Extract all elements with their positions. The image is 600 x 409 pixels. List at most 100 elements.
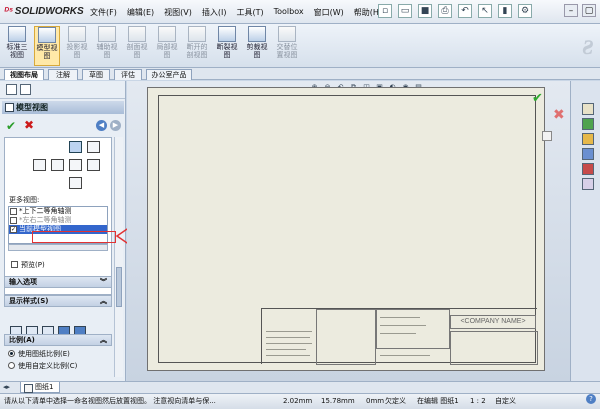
appearances-icon[interactable] [582, 163, 594, 175]
ribbon-button-label: 断裂视图 [216, 43, 238, 59]
print-icon[interactable]: ⎙ [438, 4, 452, 18]
checkbox-checked-icon[interactable]: ✓ [10, 226, 17, 233]
ribbon-button[interactable]: 剪裁视图 [244, 26, 270, 66]
ribbon-button[interactable]: 标准三视图 [4, 26, 30, 66]
command-tab[interactable]: 视图布局 [4, 69, 44, 80]
radio-selected-icon[interactable] [8, 350, 15, 357]
scale-section[interactable]: 比例(A) ︽ [4, 334, 112, 346]
title-block-text [266, 355, 310, 356]
title-block-text [380, 325, 426, 326]
list-horizontal-scrollbar[interactable] [8, 244, 108, 251]
resources-icon[interactable] [582, 103, 594, 115]
radio-empty-icon[interactable] [8, 362, 15, 369]
undo-icon[interactable]: ↶ [458, 4, 472, 18]
panel-nav: ◀ ▶ [96, 120, 121, 131]
menu-item[interactable]: 视图(V) [164, 7, 192, 18]
file-explorer-icon[interactable] [582, 133, 594, 145]
menu-item[interactable]: 窗口(W) [314, 7, 344, 18]
title-bar: ᴰˢ SOLIDWORKS 文件(F) 编辑(E) 视图(V) 插入(I) 工具(T) To… [0, 0, 600, 24]
status-message: 请从以下清单中选择一命名视图然后放置视图。 注意视向清单与保... [4, 397, 216, 405]
checkbox-empty-icon[interactable] [10, 208, 17, 215]
custom-properties-icon[interactable] [582, 178, 594, 190]
restore-icon[interactable]: ▢ [582, 4, 596, 17]
ribbon-button[interactable]: 断开的剖视图 [184, 26, 210, 66]
status-units[interactable]: 自定义 [495, 394, 516, 409]
manager-tabs [0, 81, 125, 99]
top-view-icon[interactable] [51, 159, 64, 171]
open-folder-icon[interactable]: ▭ [398, 4, 412, 18]
ok-button[interactable]: ✔ [6, 119, 16, 133]
sheet-nav-arrows-icon[interactable]: ◂▸ [3, 383, 10, 391]
command-tab[interactable]: 评估 [114, 69, 142, 80]
preview-checkbox-box[interactable] [11, 261, 18, 268]
select-arrow-icon[interactable]: ↖ [478, 4, 492, 18]
list-item-label: *上下二等角轴测 [19, 207, 72, 215]
command-tab[interactable]: 办公室产品 [146, 69, 192, 80]
left-view-icon[interactable] [33, 159, 46, 171]
front-view-icon[interactable] [69, 141, 82, 153]
solidworks-logo[interactable]: ᴰˢ SOLIDWORKS [4, 6, 84, 17]
drawing-view-icon [278, 26, 296, 42]
preview-checkbox[interactable]: 预览(P) [11, 260, 45, 270]
ribbon-button-label: 交替位置视图 [276, 43, 298, 59]
status-define: 欠定义 [385, 397, 406, 405]
back-icon[interactable]: ◀ [96, 120, 107, 131]
ribbon-button[interactable]: 投影视图 [64, 26, 90, 66]
property-manager-tab-icon[interactable] [20, 84, 31, 95]
ribbon-button[interactable]: 断裂视图 [214, 26, 240, 66]
menu-item[interactable]: 编辑(E) [127, 7, 154, 18]
ribbon-button[interactable]: 剖面视图 [124, 26, 150, 66]
next-icon[interactable]: ▶ [110, 120, 121, 131]
display-style-section[interactable]: 显示样式(S) ︽ [4, 295, 112, 307]
panel-scrollbar[interactable] [114, 137, 123, 377]
menu-item[interactable]: Toolbox [274, 7, 304, 18]
minimize-icon[interactable]: – [564, 4, 578, 17]
menu-item[interactable]: 工具(T) [236, 7, 263, 18]
ribbon-button[interactable]: 辅助视图 [94, 26, 120, 66]
confirm-corner-check-icon[interactable]: ✔ [532, 91, 543, 106]
import-options-section[interactable]: 输入选项 ︾ [4, 276, 112, 288]
drawing-sheet[interactable]: <COMPANY NAME> [147, 87, 545, 371]
ribbon-button[interactable]: 模型视图 [34, 26, 60, 66]
ribbon-button[interactable]: 局部视图 [154, 26, 180, 66]
company-name: <COMPANY NAME> [450, 315, 536, 329]
menu-item[interactable]: 文件(F) [90, 7, 117, 18]
menu-bar: 文件(F) 编辑(E) 视图(V) 插入(I) 工具(T) Toolbox 窗口(W) 帮助(… [90, 7, 382, 18]
back-view-icon[interactable] [69, 177, 82, 189]
feature-tree-tab-icon[interactable] [6, 84, 17, 95]
ds-logo-icon: ƨ [582, 28, 594, 61]
drawing-view-icon [98, 26, 116, 42]
view-palette-icon[interactable] [582, 148, 594, 160]
status-z: 0mm [366, 397, 385, 405]
rebuild-icon[interactable]: ▮ [498, 4, 512, 18]
cancel-button[interactable]: ✖ [24, 118, 34, 132]
save-icon[interactable]: ■ [418, 4, 432, 18]
new-document-icon[interactable]: ▫ [378, 4, 392, 18]
ribbon-button[interactable]: 交替位置视图 [274, 26, 300, 66]
sheet-resize-handle[interactable] [542, 131, 552, 141]
scrollbar-thumb[interactable] [116, 267, 122, 307]
checkbox-empty-icon[interactable] [10, 217, 17, 224]
options-icon[interactable]: ⚙ [518, 4, 532, 18]
scale-option-sheet[interactable]: 使用图纸比例(E) [8, 349, 70, 359]
list-item[interactable]: *左右二等角轴测 [9, 216, 107, 225]
graphics-area[interactable]: ⊕ ⊖ ↶ ⧉ ◫ ▣ ◐ ◉ ▤ <COMPANY NAME> [127, 81, 570, 381]
command-tab[interactable]: 注解 [48, 69, 78, 80]
scale-option-custom[interactable]: 使用自定义比例(C) [8, 361, 77, 371]
ribbon-button-label: 剖面视图 [126, 43, 148, 59]
title-block-text [380, 355, 430, 356]
sheet-tab[interactable]: 图纸1 [20, 382, 61, 393]
list-item[interactable]: *上下二等角轴测 [9, 207, 107, 216]
help-icon[interactable]: ? [586, 394, 596, 404]
model-view-icon [5, 103, 14, 112]
isometric-view-icon[interactable] [87, 141, 100, 153]
confirm-corner-cancel-icon[interactable]: ✖ [553, 107, 565, 123]
menu-item[interactable]: 插入(I) [202, 7, 227, 18]
bottom-view-icon[interactable] [87, 159, 100, 171]
status-mode: 在编辑 图纸1 [417, 397, 459, 405]
title-block-text [380, 317, 420, 318]
window-controls: – ▢ [564, 4, 596, 17]
command-tab[interactable]: 草图 [82, 69, 110, 80]
right-view-icon[interactable] [69, 159, 82, 171]
design-library-icon[interactable] [582, 118, 594, 130]
